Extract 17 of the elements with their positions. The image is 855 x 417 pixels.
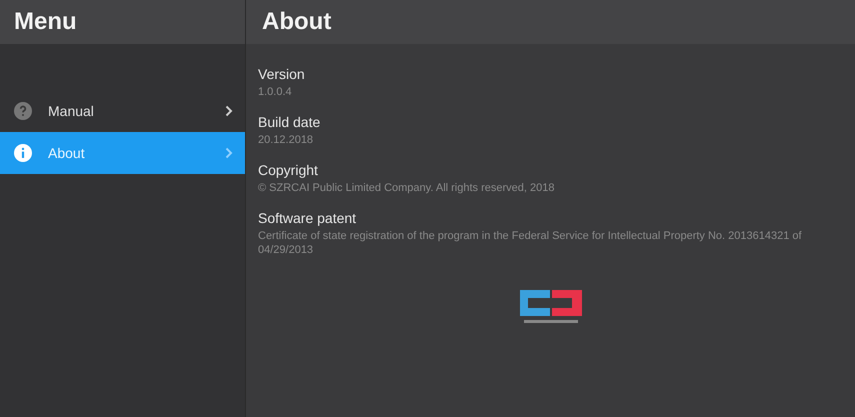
field-label: Copyright [258, 162, 319, 178]
chevron-right-icon [225, 147, 233, 159]
help-icon [14, 102, 32, 120]
chevron-right-icon [225, 105, 233, 117]
field-value: 1.0.0.4 [258, 85, 293, 100]
menu-title: Menu [14, 8, 77, 36]
info-icon [14, 144, 32, 162]
menu-item[interactable]: Manual [0, 90, 245, 132]
field-label: Software patent [258, 210, 358, 226]
field-label: Build date [258, 114, 322, 130]
field-value: © SZRCAI Public Limited Company. All rights reserved, 2018 [258, 180, 556, 196]
field-value: 20.12.2018 [258, 132, 314, 148]
page-title: About [262, 8, 332, 36]
menu-item-label: About [48, 145, 86, 161]
field-label: Version [258, 66, 306, 82]
field-value: Certificate of state registration of the program in the Federal Service for Intellectual Property No. 2013614321 of 04/29/2013 [258, 228, 803, 258]
menu-item-label: Manual [48, 103, 95, 119]
